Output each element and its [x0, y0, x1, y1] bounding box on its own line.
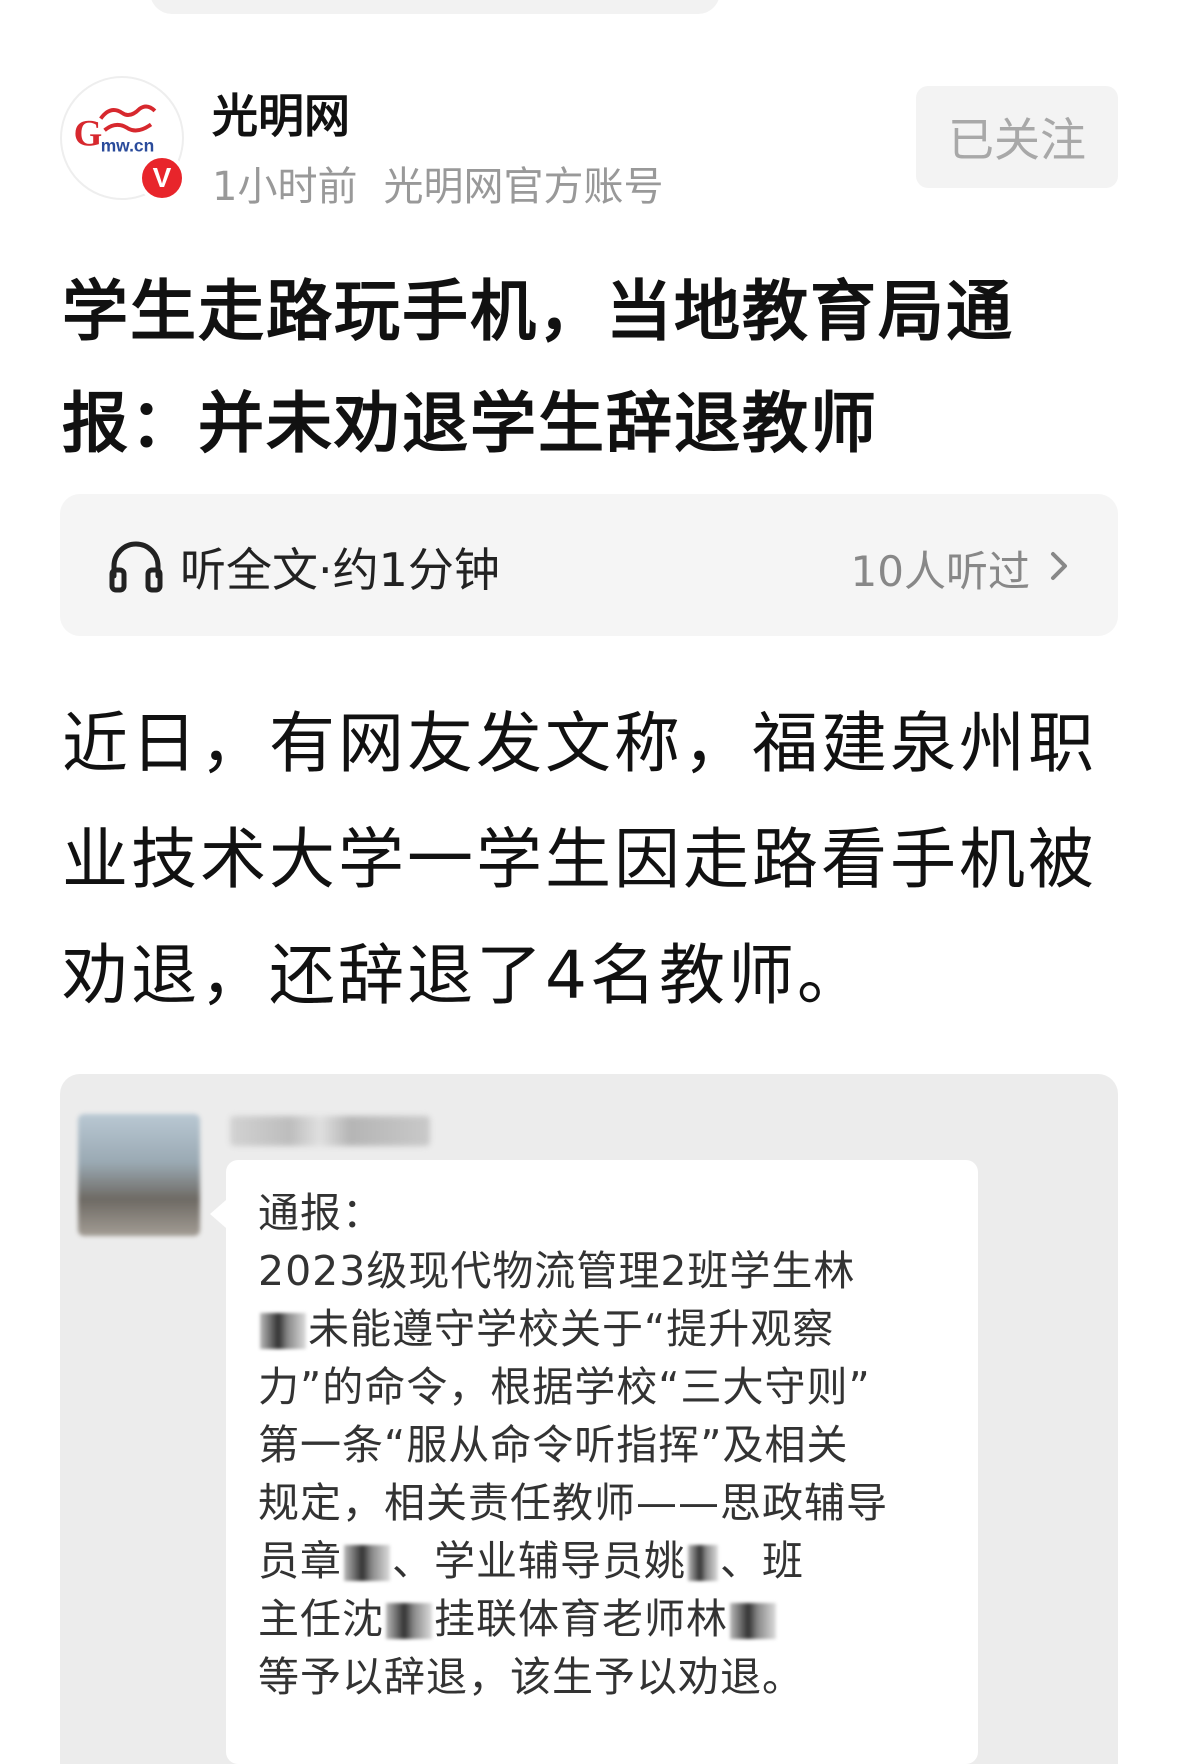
account-type: 光明网官方账号 [383, 164, 664, 210]
author-name[interactable]: 光明网 [212, 80, 350, 146]
blurred-name [230, 1116, 430, 1146]
blurred-avatar [78, 1114, 200, 1236]
post-meta: 1小时前 光明网官方账号 [212, 154, 663, 212]
listen-count: 10人听过 [850, 547, 1030, 596]
notice-line: 未能遵守学校关于“提升观察 [258, 1300, 958, 1358]
notice-line: 等予以辞退，该生予以劝退。 [258, 1653, 804, 1701]
headphones-icon [109, 541, 163, 593]
notice-line: 2023级现代物流管理2班学生林 [258, 1247, 856, 1295]
chevron-right-icon [1051, 552, 1067, 580]
verified-badge-icon: V [138, 154, 186, 202]
follow-button[interactable]: 已关注 [916, 86, 1118, 188]
redaction [260, 1313, 306, 1349]
time-ago: 1小时前 [212, 164, 358, 210]
redaction [386, 1603, 432, 1639]
notice-fragment: 、班 [720, 1537, 804, 1585]
notice-line: 第一条“服从命令听指挥”及相关 [258, 1421, 849, 1469]
listen-full-text-bar[interactable]: 听全文·约1分钟 10人听过 [60, 494, 1118, 636]
search-bar-edge [150, 0, 720, 14]
notice-fragment: 员章 [258, 1537, 342, 1585]
redaction [730, 1603, 776, 1639]
chat-bubble: 通报： 2023级现代物流管理2班学生林 未能遵守学校关于“提升观察 力”的命令… [210, 1160, 978, 1764]
notice-fragment: 、学业辅导员姚 [392, 1537, 686, 1585]
notice-line: 员章 、学业辅导员姚 、班 [258, 1532, 958, 1590]
notice-fragment: 主任沈 [258, 1595, 384, 1643]
article-image[interactable]: 通报： 2023级现代物流管理2班学生林 未能遵守学校关于“提升观察 力”的命令… [60, 1074, 1118, 1764]
svg-text:mw.cn: mw.cn [101, 136, 155, 156]
notice-fragment: 未能遵守学校关于“提升观察 [308, 1305, 835, 1353]
listen-label: 听全文·约1分钟 [180, 543, 500, 597]
article-title: 学生走路玩手机，当地教育局通报：并未劝退学生辞退教师 [62, 273, 1014, 462]
redaction [688, 1545, 718, 1581]
notice-fragment: 挂联体育老师林 [434, 1595, 728, 1643]
notice-line: 力”的命令，根据学校“三大守则” [258, 1363, 871, 1411]
redaction [344, 1545, 390, 1581]
notice-line: 主任沈 挂联体育老师林 [258, 1590, 958, 1648]
notice-line: 通报： [258, 1189, 384, 1237]
article-paragraph: 近日，有网友发文称，福建泉州职业技术大学一学生因走路看手机被劝退，还辞退了4名教… [62, 705, 1097, 1014]
notice-line: 规定，相关责任教师——思政辅导 [258, 1479, 888, 1527]
notice-text: 通报： 2023级现代物流管理2班学生林 未能遵守学校关于“提升观察 力”的命令… [258, 1184, 958, 1706]
svg-text:G: G [74, 113, 103, 154]
